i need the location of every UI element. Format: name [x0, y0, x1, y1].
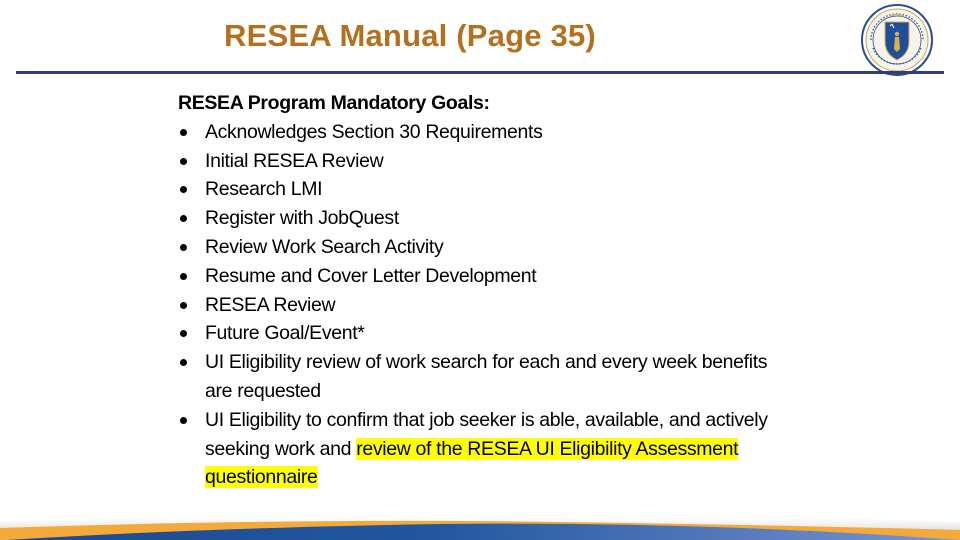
list-item: Review Work Search Activity — [178, 233, 768, 262]
bullet-icon — [180, 157, 187, 165]
bullet-icon — [180, 215, 187, 223]
item-text: Acknowledges Section 30 Requirements — [205, 120, 543, 143]
bullet-icon — [180, 301, 187, 309]
bullet-icon — [180, 416, 187, 424]
bullet-icon — [180, 243, 187, 251]
list-item: RESEA Review — [178, 291, 768, 320]
highlighted-text: review of the RESEA UI Eligibility Asses… — [356, 437, 739, 460]
item-text: UI Eligibility to confirm that job seeke… — [205, 408, 768, 431]
title-divider — [16, 71, 944, 74]
bullet-icon — [180, 186, 187, 194]
item-text: Resume and Cover Letter Development — [205, 264, 537, 287]
item-text: RESEA Review — [205, 293, 336, 316]
bullet-icon — [180, 359, 187, 367]
bullet-icon — [180, 128, 187, 136]
massachusetts-seal-icon — [861, 4, 933, 76]
list-item: Future Goal/Event* — [178, 319, 768, 348]
list-item: UI Eligibility to confirm that job seeke… — [178, 406, 768, 492]
item-text: Research LMI — [205, 178, 323, 201]
goals-list: Acknowledges Section 30 Requirements Ini… — [178, 118, 768, 492]
list-item: Resume and Cover Letter Development — [178, 262, 768, 291]
item-text-continued: questionnaire — [205, 463, 768, 492]
slide-body: RESEA Program Mandatory Goals: Acknowled… — [178, 89, 768, 492]
list-item: Acknowledges Section 30 Requirements — [178, 118, 768, 147]
item-text: Future Goal/Event* — [205, 322, 365, 345]
list-item: Research LMI — [178, 175, 768, 204]
section-heading: RESEA Program Mandatory Goals: — [178, 92, 490, 114]
item-text: UI Eligibility review of work search for… — [205, 351, 768, 374]
item-text: Register with JobQuest — [205, 207, 399, 230]
slide-title: RESEA Manual (Page 35) — [224, 18, 596, 53]
bullet-icon — [180, 272, 187, 280]
item-text: Initial RESEA Review — [205, 149, 384, 172]
item-text: Review Work Search Activity — [205, 235, 444, 258]
list-item: Register with JobQuest — [178, 204, 768, 233]
item-text-continued: seeking work and review of the RESEA UI … — [205, 435, 768, 464]
list-item: Initial RESEA Review — [178, 147, 768, 176]
item-text-plain: seeking work and — [205, 437, 357, 460]
bullet-icon — [180, 330, 187, 338]
footer-wave-decoration — [0, 513, 960, 540]
item-text-continued: are requested — [205, 379, 321, 402]
highlighted-text: questionnaire — [205, 466, 318, 489]
list-item: UI Eligibility review of work search for… — [178, 348, 768, 406]
